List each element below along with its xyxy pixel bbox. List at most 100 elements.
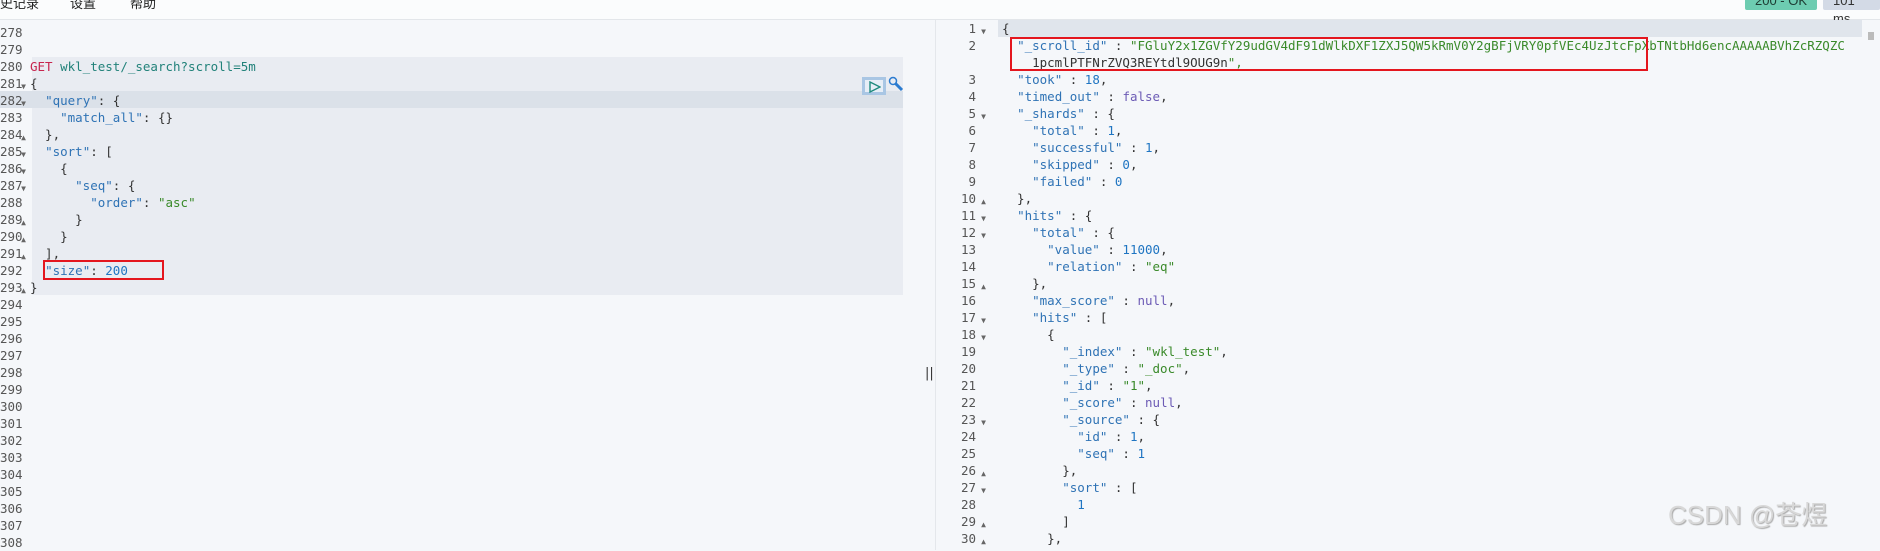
code-line: "_shards" : { xyxy=(1017,106,1115,121)
highlight-box-scroll-id xyxy=(1010,37,1648,71)
line-number: 19 xyxy=(960,344,976,359)
code-line: }, xyxy=(1002,463,1078,478)
line-number: 298 xyxy=(0,365,23,380)
code-line: "_source" : { xyxy=(1062,412,1161,427)
line-number: 304 xyxy=(0,467,23,482)
line-number: 294 xyxy=(0,297,23,312)
line-number: 26 ▲ xyxy=(936,462,988,479)
line-number: 282 ▼ xyxy=(0,92,28,109)
line-number: 306 xyxy=(0,501,23,516)
code-line: } xyxy=(30,229,68,244)
line-number: 279 xyxy=(0,42,23,57)
line-number: 285 ▼ xyxy=(0,143,28,160)
request-time-badge: 101 ms xyxy=(1823,0,1880,26)
line-number: 302 xyxy=(0,433,23,448)
line-number: 281 ▼ xyxy=(0,75,28,92)
response-scrollbar[interactable] xyxy=(1868,32,1874,40)
line-number: 286 ▼ xyxy=(0,160,28,177)
code-line: "total" : { xyxy=(1032,225,1115,240)
code-line: "sort": [ xyxy=(45,144,113,159)
line-number: 28 xyxy=(960,497,976,512)
menu-settings[interactable]: 设置 xyxy=(70,0,96,12)
code-line: "match_all": {} xyxy=(60,110,174,125)
line-number: 293 ▲ xyxy=(0,279,28,296)
code-line: }, xyxy=(1002,276,1048,291)
line-number: 17 ▼ xyxy=(936,309,988,326)
line-number: 303 xyxy=(0,450,23,465)
line-number: 4 xyxy=(968,89,976,104)
line-number: 296 xyxy=(0,331,23,346)
line-number: 22 xyxy=(960,395,976,410)
line-number: 288 xyxy=(0,195,23,210)
splitter-grip-icon[interactable]: || xyxy=(925,366,934,381)
fold-arrow-up-icon[interactable]: ▲ xyxy=(981,533,986,550)
code-line: }, xyxy=(1002,191,1033,206)
line-number: 3 xyxy=(968,72,976,87)
line-number: 18 ▼ xyxy=(936,326,988,343)
line-number: 307 xyxy=(0,518,23,533)
code-line: } xyxy=(30,212,83,227)
line-number: 5 ▼ xyxy=(936,105,988,122)
code-line: { xyxy=(1002,21,1010,36)
line-number: 283 xyxy=(0,110,23,125)
line-number: 6 xyxy=(968,123,976,138)
line-number: 10 ▲ xyxy=(936,190,988,207)
code-line: "seq" : 1 xyxy=(1077,446,1146,461)
line-number: 292 xyxy=(0,263,23,278)
line-number: 14 xyxy=(960,259,976,274)
line-number: 301 xyxy=(0,416,23,431)
line-number: 290 ▲ xyxy=(0,228,28,245)
line-number: 30 ▲ xyxy=(936,530,988,547)
highlight-box-size xyxy=(43,260,164,280)
line-number: 295 xyxy=(0,314,23,329)
line-number: 12 ▼ xyxy=(936,224,988,241)
code-line: "_type" : "_doc", xyxy=(1062,361,1191,376)
code-line: { xyxy=(30,161,68,176)
request-code[interactable]: GET wkl_test/_search?scroll=5m { "query":… xyxy=(30,24,256,551)
code-line: "seq": { xyxy=(75,178,136,193)
line-number: 300 xyxy=(0,399,23,414)
line-number: 299 xyxy=(0,382,23,397)
menu-history[interactable]: 史记录 xyxy=(0,0,39,12)
code-line: "timed_out" : false, xyxy=(1017,89,1168,104)
status-badge: 200 - OK xyxy=(1745,0,1818,10)
response-code: { "_scroll_id" : "FGluY2x1ZGVfY29udGV4dF… xyxy=(1002,20,1845,547)
code-line: "query": { xyxy=(45,93,121,108)
line-number: 16 xyxy=(960,293,976,308)
code-line: { xyxy=(30,76,38,91)
code-line: { xyxy=(1002,327,1055,342)
line-number: 297 xyxy=(0,348,23,363)
line-gutter: 278 279 280 281 ▼ 282 ▼ 283 284 ▲ 285 ▼ 286 ▼ 287 ▼ 288 2… xyxy=(0,24,28,551)
line-number: 289 ▲ xyxy=(0,211,28,228)
menu-help[interactable]: 帮助 xyxy=(130,0,156,12)
line-number: 1 ▼ xyxy=(936,20,988,37)
line-number: 13 xyxy=(960,242,976,257)
line-number: 291 ▲ xyxy=(0,245,28,262)
code-line: "_id" : "1", xyxy=(1062,378,1153,393)
line-number: 287 ▼ xyxy=(0,177,28,194)
code-line: "total" : 1, xyxy=(1032,123,1123,138)
request-editor[interactable]: 278 279 280 281 ▼ 282 ▼ 283 284 ▲ 285 ▼ 286 ▼ 287 ▼ 288 2… xyxy=(0,20,920,550)
panel-splitter[interactable] xyxy=(903,20,920,550)
line-number: 23 ▼ xyxy=(936,411,988,428)
response-viewer[interactable]: 1 ▼ 2 3 4 5 ▼ 6 7 8 9 10 ▲ 11 ▼ 12 ▼ 13 14 15 ▲ 16 17 ▼ 18 ▼ 19 20 2… xyxy=(935,20,1880,550)
run-request-button[interactable] xyxy=(862,77,886,95)
code-line: GET wkl_test/_search?scroll=5m xyxy=(30,59,256,74)
line-number: 11 ▼ xyxy=(936,207,988,224)
wrench-icon[interactable] xyxy=(888,76,904,92)
code-line: "hits" : { xyxy=(1017,208,1093,223)
line-number: 21 xyxy=(960,378,976,393)
